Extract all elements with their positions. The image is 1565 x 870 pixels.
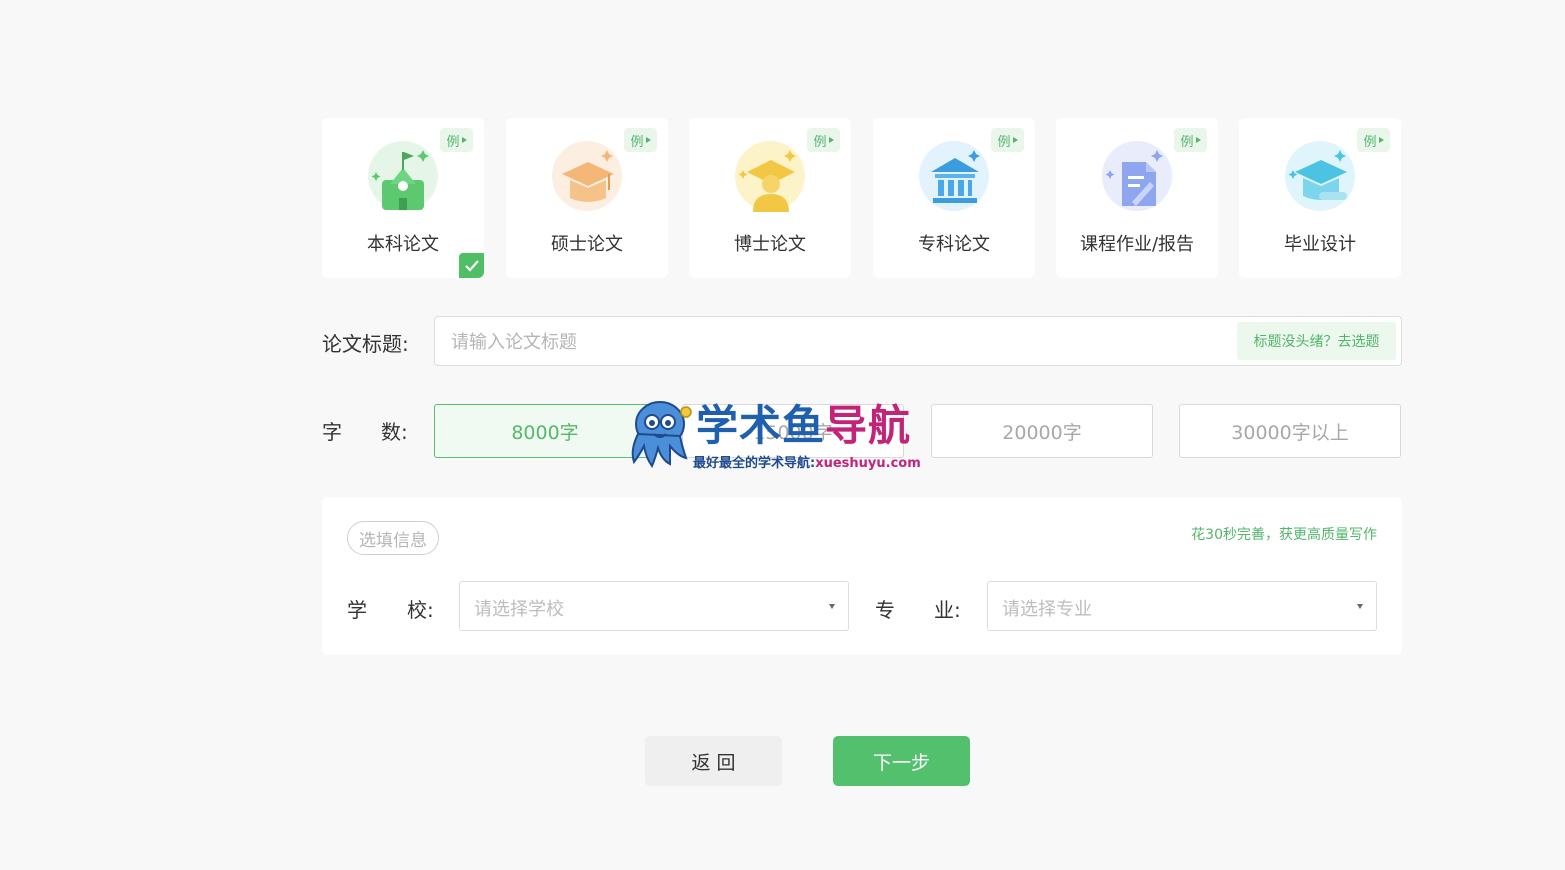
doctor-graduate-icon xyxy=(735,141,805,212)
play-icon xyxy=(1378,137,1384,143)
example-badge[interactable]: 例 xyxy=(1357,128,1390,152)
paper-type-cards: 例 本科论文 例 硕士论文 例 博士论文 例 专科论文 例 课程作业/报告 例 … xyxy=(322,118,1402,278)
card-label: 毕业设计 xyxy=(1284,234,1356,255)
play-icon xyxy=(828,137,834,143)
card-graduation-design[interactable]: 例 毕业设计 xyxy=(1239,118,1401,278)
pick-topic-link[interactable]: 标题没头绪？去选题 xyxy=(1237,322,1396,360)
play-icon xyxy=(1195,137,1201,143)
watermark-title: 学术鱼导航 xyxy=(696,401,912,450)
school-label-a: 学 xyxy=(347,598,367,622)
major-label-a: 专 xyxy=(875,598,895,622)
graduation-diploma-icon xyxy=(1285,141,1355,211)
wordcount-option-8000[interactable]: 8000字 xyxy=(434,404,656,458)
title-input[interactable] xyxy=(449,317,1233,367)
card-label: 本科论文 xyxy=(367,234,439,255)
watermark-subtitle: 最好最全的学术导航:xueshuyu.com xyxy=(693,456,921,471)
back-button[interactable]: 返 回 xyxy=(645,736,782,786)
card-label: 专科论文 xyxy=(918,234,990,255)
graduation-cap-icon xyxy=(552,141,622,211)
title-field: 标题没头绪？去选题 xyxy=(434,316,1402,367)
document-edit-icon xyxy=(1102,141,1172,211)
card-label: 课程作业/报告 xyxy=(1079,234,1195,255)
card-undergraduate-thesis[interactable]: 例 本科论文 xyxy=(322,118,484,278)
chevron-down-icon xyxy=(829,604,835,609)
example-badge[interactable]: 例 xyxy=(1174,128,1207,152)
example-badge[interactable]: 例 xyxy=(624,128,657,152)
watermark: 学术鱼导航 最好最全的学术导航:xueshuyu.com xyxy=(624,398,946,476)
optional-info-tag: 选填信息 xyxy=(347,521,439,555)
selected-check-icon xyxy=(459,253,484,278)
school-select-placeholder: 请选择学校 xyxy=(474,599,564,620)
example-badge[interactable]: 例 xyxy=(807,128,840,152)
card-coursework-report[interactable]: 例 课程作业/报告 xyxy=(1056,118,1218,278)
title-label: 论文标题: xyxy=(322,332,409,356)
wordcount-option-20000[interactable]: 20000字 xyxy=(931,404,1153,458)
next-step-button[interactable]: 下一步 xyxy=(833,736,970,786)
institution-building-icon xyxy=(919,141,989,211)
school-select[interactable]: 请选择学校 xyxy=(459,581,849,631)
play-icon xyxy=(1012,137,1018,143)
major-select-placeholder: 请选择专业 xyxy=(1002,599,1092,620)
wordcount-label-count: 数: xyxy=(381,420,408,444)
play-icon xyxy=(645,137,651,143)
school-label-b: 校: xyxy=(407,598,434,622)
play-icon xyxy=(461,137,467,143)
chevron-down-icon xyxy=(1357,604,1363,609)
card-label: 博士论文 xyxy=(734,234,806,255)
card-doctoral-thesis[interactable]: 例 博士论文 xyxy=(689,118,851,278)
school-building-icon xyxy=(368,141,438,211)
optional-info-hint: 花30秒完善，获更高质量写作 xyxy=(1191,527,1377,543)
example-badge[interactable]: 例 xyxy=(991,128,1024,152)
major-select[interactable]: 请选择专业 xyxy=(987,581,1377,631)
octopus-logo-icon xyxy=(631,401,692,469)
card-master-thesis[interactable]: 例 硕士论文 xyxy=(506,118,668,278)
optional-info-panel: 选填信息 花30秒完善，获更高质量写作 学 校: 请选择学校 专 业: 请选择专… xyxy=(322,497,1402,655)
card-junior-college-thesis[interactable]: 例 专科论文 xyxy=(873,118,1035,278)
wordcount-label-char: 字 xyxy=(322,420,342,444)
major-label-b: 业: xyxy=(934,598,961,622)
wordcount-option-30000-plus[interactable]: 30000字以上 xyxy=(1179,404,1401,458)
card-label: 硕士论文 xyxy=(551,234,623,255)
example-badge[interactable]: 例 xyxy=(440,128,473,152)
